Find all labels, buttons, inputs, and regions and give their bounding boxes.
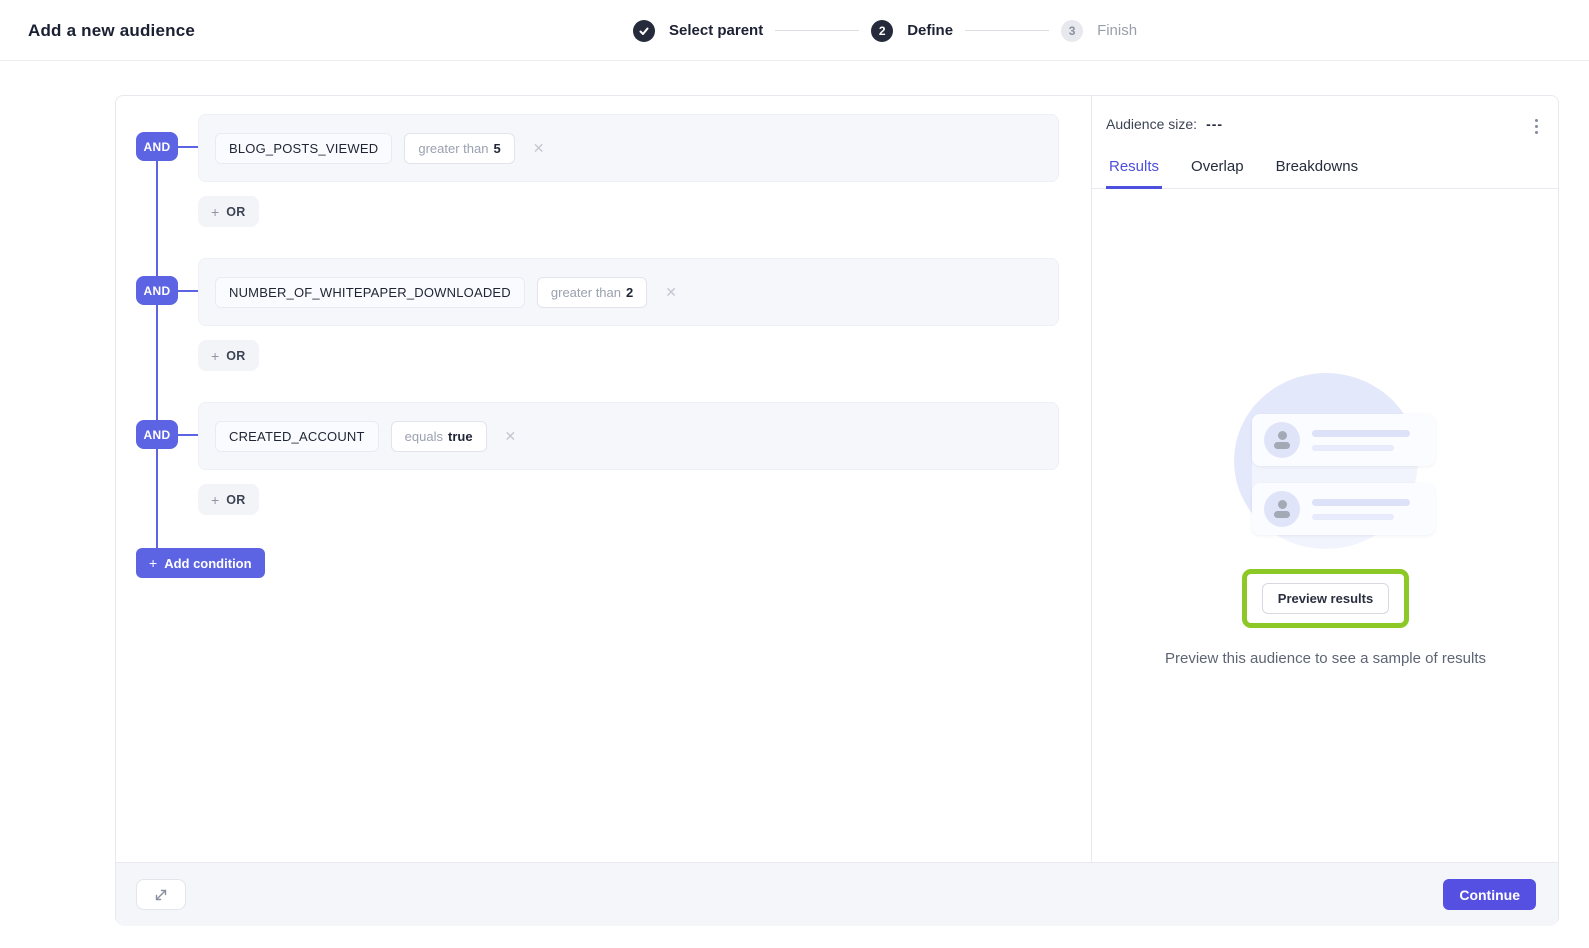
operator-label: equals [405, 429, 443, 444]
tab-overlap[interactable]: Overlap [1188, 158, 1247, 189]
add-condition-label: Add condition [164, 556, 251, 571]
step-connector [965, 30, 1049, 31]
kebab-menu-icon[interactable] [1530, 116, 1543, 137]
or-label: OR [226, 349, 245, 363]
operator-value: true [448, 429, 473, 444]
audience-size: Audience size: --- [1106, 116, 1223, 132]
results-tabs: Results Overlap Breakdowns [1092, 158, 1559, 189]
audience-illustration [1092, 373, 1559, 549]
operator-value: 5 [493, 141, 500, 156]
expand-button[interactable] [136, 879, 186, 910]
or-button[interactable]: + OR [198, 484, 259, 515]
step-3-label: Finish [1097, 22, 1137, 39]
condition-card: NUMBER_OF_WHITEPAPER_DOWNLOADED greater … [198, 258, 1059, 326]
plus-icon: + [211, 204, 219, 220]
operator-value: 2 [626, 285, 633, 300]
audience-builder-card: AND BLOG_POSTS_VIEWED greater than 5 ✕ +… [115, 95, 1559, 925]
condition-group-3: AND CREATED_ACCOUNT equals true ✕ + OR [116, 402, 1091, 546]
step-finish: 3 Finish [1061, 20, 1137, 42]
operator-label: greater than [551, 285, 621, 300]
remove-condition-icon[interactable]: ✕ [529, 137, 549, 159]
results-panel-header: Audience size: --- [1092, 96, 1559, 137]
condition-group-2: AND NUMBER_OF_WHITEPAPER_DOWNLOADED grea… [116, 258, 1091, 402]
continue-button[interactable]: Continue [1443, 879, 1536, 910]
placeholder-text-lines [1312, 499, 1410, 520]
step-connector [775, 30, 859, 31]
plus-icon: + [211, 348, 219, 364]
placeholder-text-lines [1312, 430, 1410, 451]
property-pill[interactable]: CREATED_ACCOUNT [215, 421, 379, 452]
remove-condition-icon[interactable]: ✕ [661, 281, 681, 303]
connector-line [178, 290, 198, 292]
tab-breakdowns[interactable]: Breakdowns [1273, 158, 1362, 189]
results-empty-state: Preview results Preview this audience to… [1092, 373, 1559, 667]
add-condition-button[interactable]: + Add condition [136, 548, 265, 578]
and-operator-badge[interactable]: AND [136, 420, 178, 449]
step-1-label: Select parent [669, 22, 763, 39]
wizard-stepper: Select parent 2 Define 3 Finish [633, 0, 1137, 61]
condition-card: BLOG_POSTS_VIEWED greater than 5 ✕ [198, 114, 1059, 182]
step-define[interactable]: 2 Define [871, 20, 953, 42]
connector-line [178, 434, 198, 436]
or-button[interactable]: + OR [198, 340, 259, 371]
property-pill[interactable]: BLOG_POSTS_VIEWED [215, 133, 392, 164]
expand-icon [153, 887, 169, 903]
page-title: Add a new audience [28, 0, 195, 61]
person-icon [1264, 491, 1300, 527]
step-completed-check-icon [633, 20, 655, 42]
plus-icon: + [211, 492, 219, 508]
and-operator-badge[interactable]: AND [136, 276, 178, 305]
connector-line [178, 146, 198, 148]
preview-results-button[interactable]: Preview results [1262, 583, 1389, 614]
audience-size-value: --- [1206, 116, 1223, 132]
footer-bar: Continue [116, 862, 1558, 926]
or-label: OR [226, 493, 245, 507]
tutorial-highlight-box: Preview results [1242, 569, 1409, 628]
illustration-profile-card [1252, 483, 1435, 535]
step-2-label: Define [907, 22, 953, 39]
audience-size-label: Audience size: [1106, 116, 1197, 132]
and-operator-badge[interactable]: AND [136, 132, 178, 161]
top-header: Add a new audience Select parent 2 Defin… [0, 0, 1589, 61]
or-label: OR [226, 205, 245, 219]
operator-pill[interactable]: greater than 2 [537, 277, 647, 308]
tab-results[interactable]: Results [1106, 158, 1162, 189]
step-3-number: 3 [1061, 20, 1083, 42]
plus-icon: + [149, 555, 157, 571]
property-pill[interactable]: NUMBER_OF_WHITEPAPER_DOWNLOADED [215, 277, 525, 308]
operator-label: greater than [418, 141, 488, 156]
condition-builder: AND BLOG_POSTS_VIEWED greater than 5 ✕ +… [116, 96, 1091, 862]
preview-caption: Preview this audience to see a sample of… [1165, 650, 1486, 667]
results-panel: Audience size: --- Results Overlap Break… [1091, 96, 1559, 862]
person-icon [1264, 422, 1300, 458]
operator-pill[interactable]: equals true [391, 421, 487, 452]
remove-condition-icon[interactable]: ✕ [501, 425, 521, 447]
condition-card: CREATED_ACCOUNT equals true ✕ [198, 402, 1059, 470]
or-button[interactable]: + OR [198, 196, 259, 227]
step-select-parent[interactable]: Select parent [633, 20, 763, 42]
operator-pill[interactable]: greater than 5 [404, 133, 514, 164]
step-2-number: 2 [871, 20, 893, 42]
illustration-profile-card [1252, 414, 1435, 466]
condition-group-1: AND BLOG_POSTS_VIEWED greater than 5 ✕ +… [116, 114, 1091, 258]
